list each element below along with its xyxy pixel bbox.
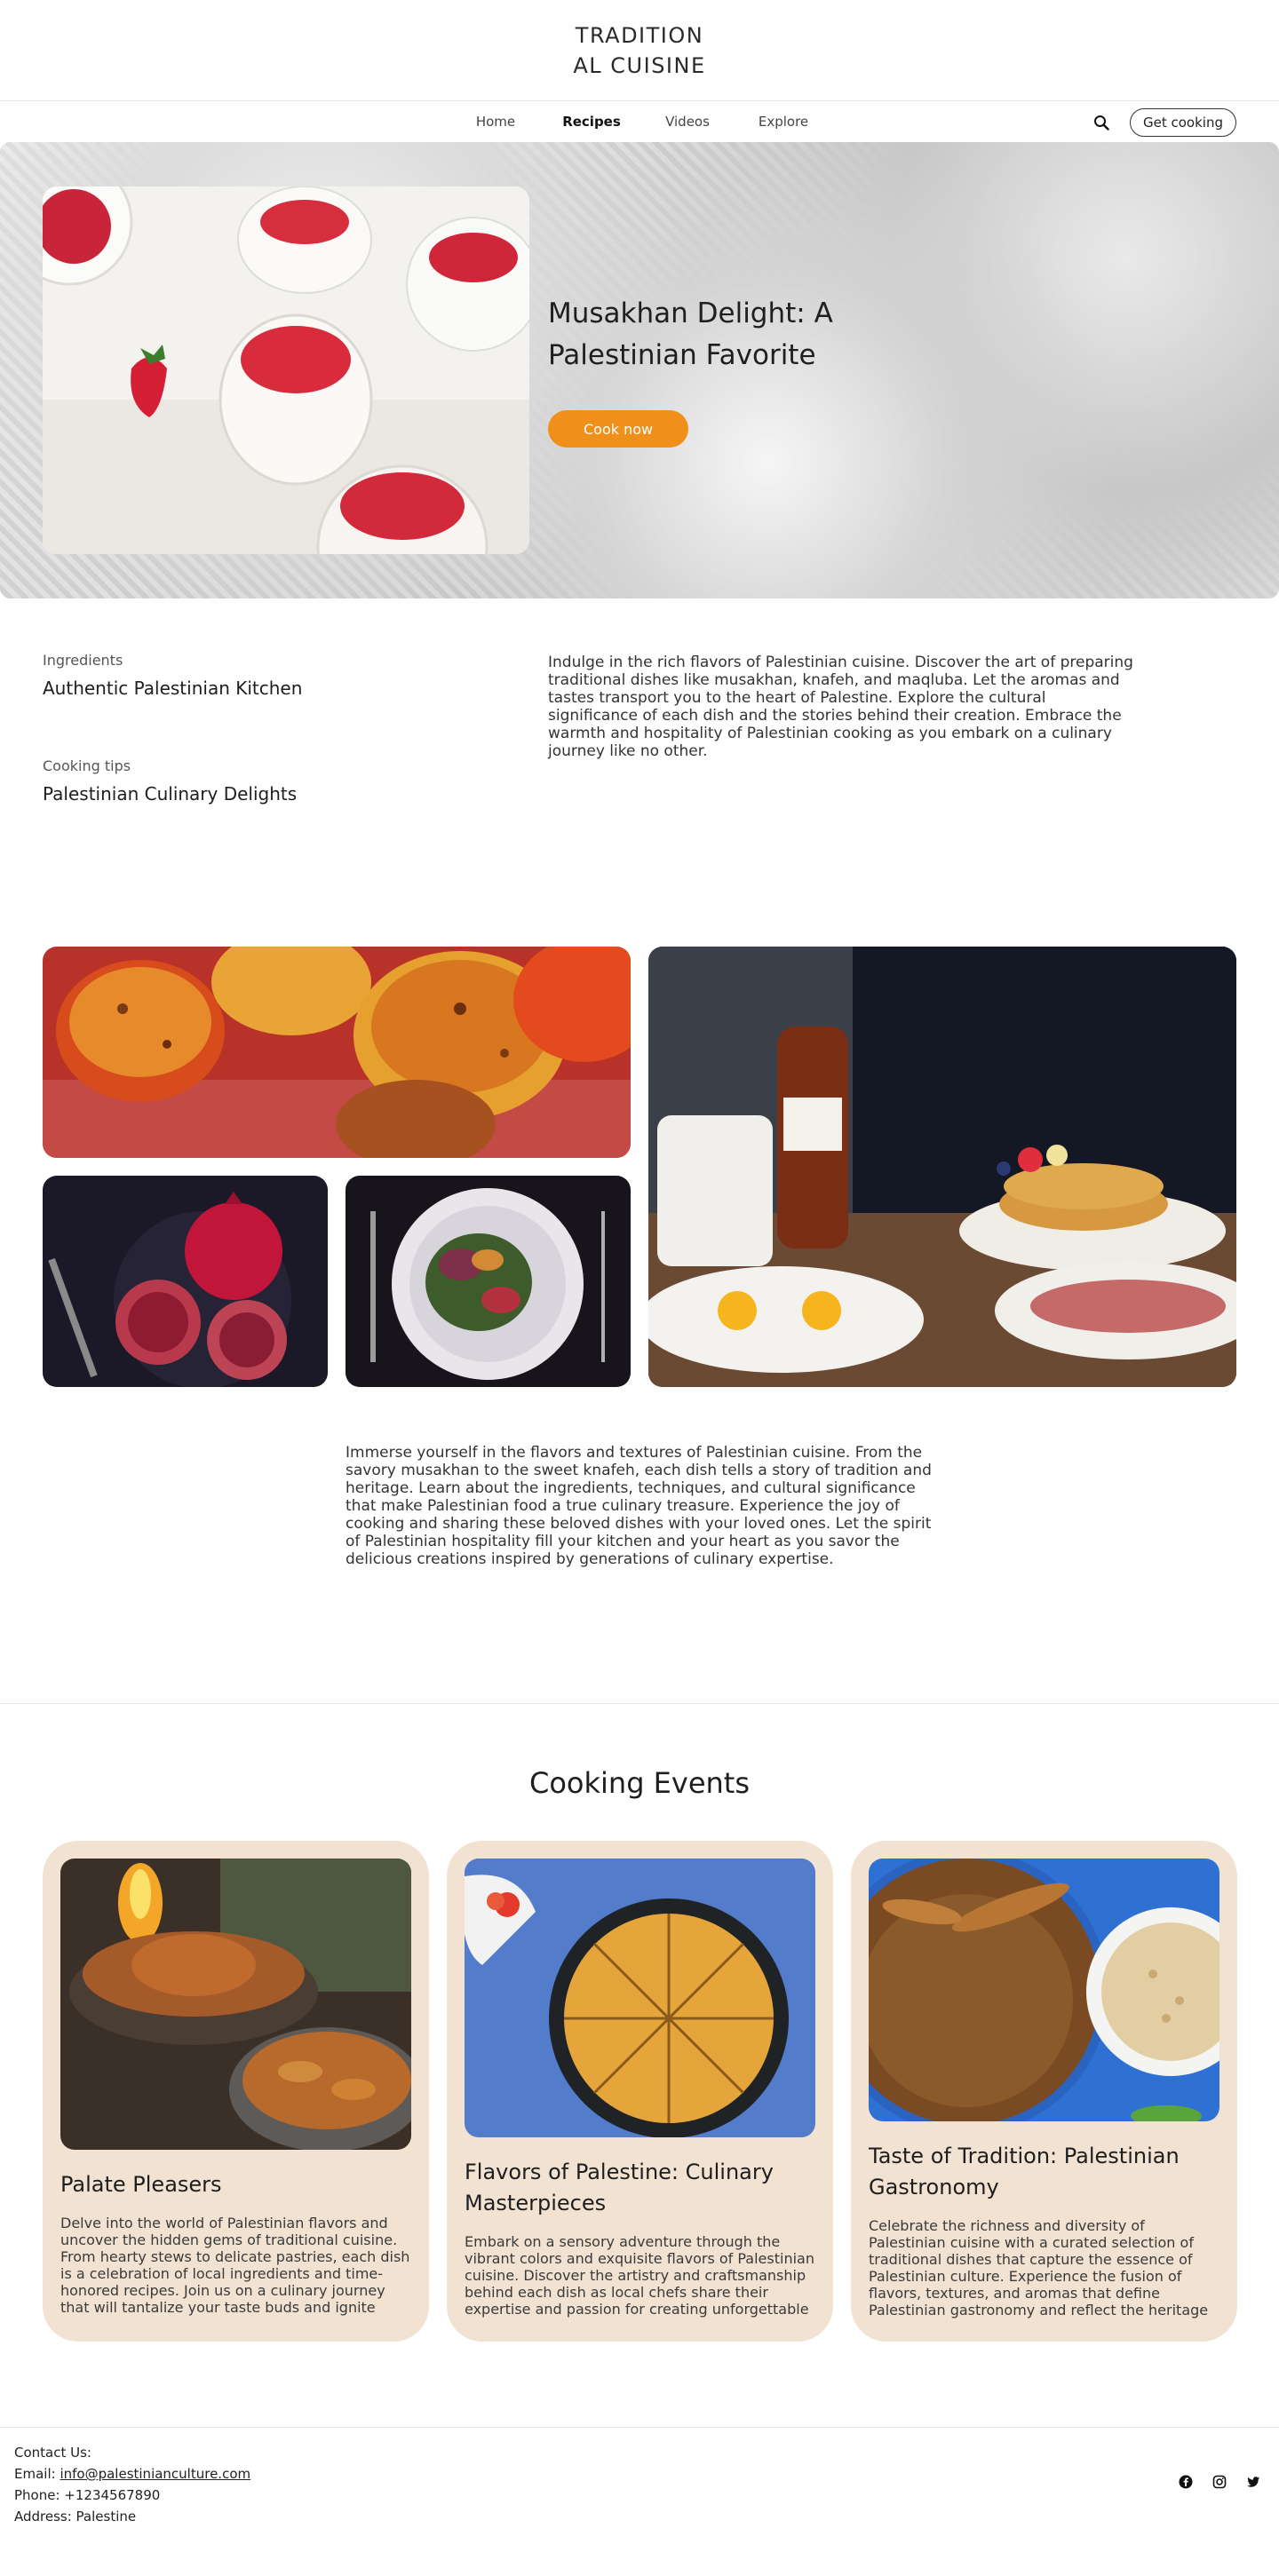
contact-email-row: Email: info@palestinianculture.com: [14, 2463, 250, 2485]
email-label: Email:: [14, 2466, 60, 2482]
twitter-icon[interactable]: [1245, 2474, 1261, 2490]
brand-logo-text[interactable]: TRADITIONAL CUISINE: [573, 20, 706, 81]
pomegranate-image: [43, 1176, 328, 1387]
events-heading: Cooking Events: [528, 1766, 751, 1800]
event-card-text: Delve into the world of Palestinian flav…: [60, 2215, 410, 2316]
breakfast-table-image: [648, 947, 1236, 1387]
intro-description: Indulge in the rich flavors of Palestini…: [548, 654, 1133, 760]
site-header: TRADITIONAL CUISINE Home Recipes Videos …: [0, 0, 1279, 142]
event-card-title: Palate Pleasers: [60, 2172, 222, 2197]
nav-links: Home Recipes Videos Explore: [448, 114, 831, 130]
nav-link-explore[interactable]: Explore: [735, 114, 831, 130]
instagram-icon[interactable]: [1211, 2474, 1227, 2490]
hero-title: Musakhan Delight: A Palestinian Favorite: [548, 297, 833, 371]
intro-info-list: Ingredients Authentic Palestinian Kitche…: [43, 652, 487, 805]
event-cards: Palate Pleasers Delve into the world of …: [0, 1841, 1279, 2342]
knafeh-image: [465, 1859, 815, 2137]
nav-link-home[interactable]: Home: [448, 114, 544, 130]
email-link[interactable]: info@palestinianculture.com: [60, 2466, 250, 2482]
cooking-events-section: Cooking Events Palate Pleasers Delve int…: [0, 1766, 1279, 2342]
spices-bowls-image: [869, 1859, 1219, 2121]
section-divider: [0, 1703, 1279, 1704]
contact-address: Address: Palestine: [14, 2509, 137, 2524]
event-card[interactable]: Taste of Tradition: Palestinian Gastrono…: [851, 1841, 1237, 2342]
event-card[interactable]: Flavors of Palestine: Culinary Masterpie…: [447, 1841, 833, 2342]
event-card-title: Flavors of Palestine: Culinary Masterpie…: [465, 2160, 774, 2215]
event-card-title: Taste of Tradition: Palestinian Gastrono…: [869, 2144, 1180, 2200]
get-cooking-button[interactable]: Get cooking: [1130, 108, 1236, 137]
facebook-icon[interactable]: [1178, 2474, 1194, 2490]
info-title: Palestinian Culinary Delights: [43, 783, 298, 805]
event-card[interactable]: Palate Pleasers Delve into the world of …: [43, 1841, 429, 2342]
grilled-meat-image: [60, 1859, 411, 2150]
stuffed-peppers-image: [43, 947, 631, 1158]
cook-now-button[interactable]: Cook now: [548, 410, 689, 448]
nav-link-recipes[interactable]: Recipes: [544, 114, 640, 130]
event-card-text: Embark on a sensory adventure through th…: [465, 2233, 814, 2318]
brand-bar: TRADITIONAL CUISINE: [0, 0, 1279, 101]
site-footer: Contact Us: Email: info@palestiniancultu…: [0, 2427, 1279, 2552]
info-title: Authentic Palestinian Kitchen: [43, 678, 303, 699]
food-gallery: [0, 947, 1279, 1391]
search-icon[interactable]: [1091, 112, 1112, 133]
info-label: Cooking tips: [43, 757, 131, 774]
hero-dessert-image: [43, 186, 529, 554]
info-label: Ingredients: [43, 652, 123, 669]
event-card-text: Celebrate the richness and diversity of …: [869, 2217, 1209, 2318]
hero-section: Musakhan Delight: A Palestinian Favorite…: [0, 142, 1279, 598]
nav-link-videos[interactable]: Videos: [640, 114, 735, 130]
nav-actions: Get cooking: [1091, 108, 1236, 137]
main-nav: Home Recipes Videos Explore Get cooking: [0, 101, 1279, 142]
info-block-ingredients: Ingredients Authentic Palestinian Kitche…: [43, 652, 487, 699]
contact-phone: Phone: +1234567890: [14, 2487, 161, 2503]
intro-section: Ingredients Authentic Palestinian Kitche…: [0, 598, 1279, 947]
contact-info: Contact Us: Email: info@palestiniancultu…: [14, 2442, 250, 2527]
contact-label: Contact Us:: [14, 2445, 91, 2461]
info-block-cooking-tips: Cooking tips Palestinian Culinary Deligh…: [43, 757, 487, 805]
social-links: [1178, 2474, 1261, 2490]
salad-plate-image: [346, 1176, 631, 1387]
story-paragraph: Immerse yourself in the flavors and text…: [346, 1444, 932, 1568]
hero-content: Musakhan Delight: A Palestinian Favorite…: [548, 293, 903, 448]
